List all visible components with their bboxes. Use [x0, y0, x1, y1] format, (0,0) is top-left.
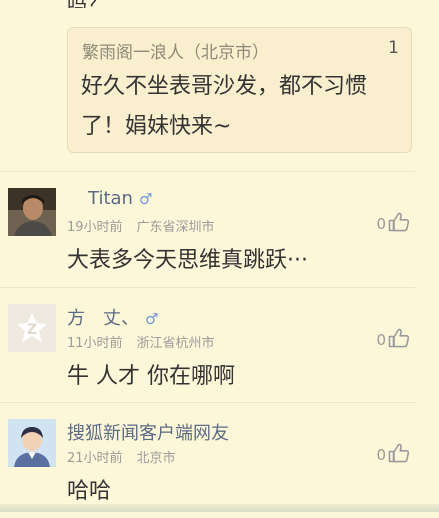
svg-text:Z: Z	[27, 322, 37, 338]
comment-location: 广东省深圳市	[136, 220, 215, 235]
comment-time: 11小时前	[67, 336, 123, 351]
male-icon: ♂	[138, 190, 153, 208]
comment-text: 哈哈	[67, 479, 112, 504]
avatar[interactable]	[8, 188, 56, 236]
avatar[interactable]	[8, 419, 56, 467]
bottom-edge	[0, 504, 439, 512]
like-button[interactable]: 0	[376, 443, 410, 464]
previous-comment-text-fragment: 吗？	[67, 0, 107, 8]
comment-item[interactable]: Z 方 丈、 ♂ 11小时前 浙江省杭州市 0 牛 人才 你在哪啊	[0, 288, 439, 403]
comment-location: 浙江省杭州市	[136, 336, 215, 351]
quote-floor-number: 1	[388, 38, 399, 58]
quoted-reply-box[interactable]: 繁雨阁一浪人（北京市） 1 好久不坐表哥沙发，都不习惯了！娟妹快来~	[67, 27, 412, 153]
comment-item[interactable]: 搜狐新闻客户端网友 21小时前 北京市 0 哈哈	[0, 403, 439, 518]
comment-text: 牛 人才 你在哪啊	[67, 364, 235, 389]
commenter-name[interactable]: Titan ♂	[88, 188, 152, 209]
comment-text: 大表多今天思维真跳跃···	[67, 248, 308, 273]
commenter-name-text[interactable]: 搜狐新闻客户端网友	[67, 423, 229, 444]
quote-author[interactable]: 繁雨阁一浪人（北京市）	[82, 38, 269, 63]
commenter-name-text[interactable]: Titan	[88, 188, 133, 209]
comment-meta: 11小时前 浙江省杭州市	[67, 332, 215, 351]
comment-time: 21小时前	[67, 451, 123, 466]
like-count: 0	[376, 215, 386, 233]
commenter-name[interactable]: 方 丈、 ♂	[67, 304, 158, 330]
thumbs-up-icon	[388, 328, 410, 348]
comment-meta: 19小时前 广东省深圳市	[67, 216, 215, 235]
like-button[interactable]: 0	[376, 212, 410, 233]
like-count: 0	[376, 446, 386, 464]
thumbs-up-icon	[388, 443, 410, 463]
comment-time: 19小时前	[67, 220, 123, 235]
quote-text: 好久不坐表哥沙发，都不习惯了！娟妹快来~	[81, 74, 368, 139]
commenter-name-text[interactable]: 方 丈、	[67, 308, 139, 329]
like-count: 0	[376, 331, 386, 349]
comment-item[interactable]: Titan ♂ 19小时前 广东省深圳市 0 大表多今天思维真跳跃···	[0, 172, 439, 287]
avatar[interactable]: Z	[8, 304, 56, 352]
comment-location: 北京市	[136, 451, 176, 466]
thumbs-up-icon	[388, 212, 410, 232]
like-button[interactable]: 0	[376, 328, 410, 349]
male-icon: ♂	[145, 310, 159, 328]
commenter-name[interactable]: 搜狐新闻客户端网友	[67, 419, 229, 445]
comment-meta: 21小时前 北京市	[67, 447, 176, 466]
